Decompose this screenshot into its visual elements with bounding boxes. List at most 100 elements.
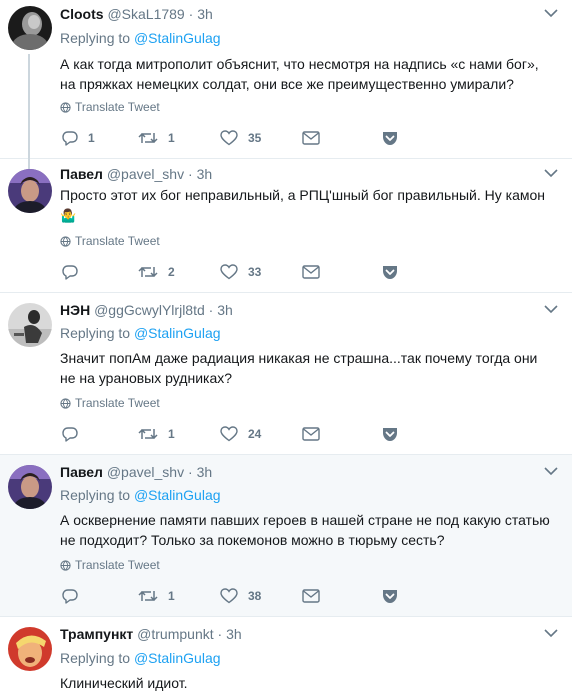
direct-message-button[interactable]	[302, 586, 320, 606]
reply-icon	[62, 265, 78, 280]
heart-icon	[220, 426, 238, 442]
direct-message-button[interactable]	[302, 128, 320, 148]
like-button[interactable]: 24	[220, 424, 261, 444]
avatar[interactable]	[8, 627, 52, 671]
replying-to-link[interactable]: @StalinGulag	[134, 30, 221, 46]
translate-tweet[interactable]: Translate Tweet	[60, 233, 160, 249]
translate-tweet[interactable]: Translate Tweet	[60, 99, 160, 115]
tweet-2[interactable]: Павел @pavel_shv · 3h Просто этот их бог…	[0, 159, 572, 293]
heart-icon	[220, 588, 238, 604]
user-handle[interactable]: @ggGcwylYlrjl8td	[94, 302, 205, 318]
direct-message-button[interactable]	[302, 424, 320, 444]
replying-to: Replying to @StalinGulag	[60, 29, 221, 47]
like-button[interactable]: 33	[220, 262, 261, 282]
save-to-pocket-button[interactable]	[382, 424, 398, 444]
user-handle[interactable]: @SkaL1789	[107, 6, 184, 22]
tweet-actions: 2 33	[60, 262, 440, 282]
chevron-down-icon[interactable]	[544, 628, 558, 638]
user-name[interactable]: Cloots	[60, 6, 104, 22]
like-button[interactable]: 35	[220, 128, 261, 148]
timestamp[interactable]: 3h	[217, 302, 233, 318]
replying-to: Replying to @StalinGulag	[60, 324, 221, 342]
thread-line	[28, 54, 30, 159]
translate-tweet[interactable]: Translate Tweet	[60, 557, 160, 573]
like-count: 33	[248, 265, 262, 279]
translate-tweet[interactable]: Translate Tweet	[60, 395, 160, 411]
user-name[interactable]: Павел	[60, 464, 103, 480]
replying-to-label: Replying to	[60, 325, 131, 341]
globe-icon	[60, 560, 71, 571]
save-to-pocket-button[interactable]	[382, 586, 398, 606]
replying-to-link[interactable]: @StalinGulag	[134, 325, 221, 341]
avatar[interactable]	[8, 169, 52, 213]
user-name[interactable]: Павел	[60, 166, 103, 182]
translate-label: Translate Tweet	[75, 558, 160, 572]
replying-to: Replying to @StalinGulag	[60, 649, 221, 667]
reply-count: 1	[88, 131, 95, 145]
save-to-pocket-button[interactable]	[382, 128, 398, 148]
avatar[interactable]	[8, 303, 52, 347]
tweet-text: Просто этот их бог неправильный, а РПЦ'ш…	[60, 185, 556, 226]
translate-label: Translate Tweet	[75, 396, 160, 410]
reply-button[interactable]: 1	[62, 128, 95, 148]
pocket-icon	[383, 131, 397, 145]
reply-button[interactable]	[62, 586, 88, 606]
timestamp[interactable]: 3h	[197, 464, 213, 480]
tweet-text: Клинический идиот.	[60, 675, 188, 691]
separator: ·	[188, 6, 194, 22]
replying-to-link[interactable]: @StalinGulag	[134, 487, 221, 503]
replying-to-link[interactable]: @StalinGulag	[134, 650, 221, 666]
retweet-button[interactable]: 2	[138, 262, 175, 282]
chevron-down-icon[interactable]	[544, 168, 558, 178]
reply-button[interactable]	[62, 424, 88, 444]
user-name[interactable]: Трампункт	[60, 626, 133, 642]
chevron-down-icon[interactable]	[544, 304, 558, 314]
save-to-pocket-button[interactable]	[382, 262, 398, 282]
retweet-icon	[138, 132, 158, 144]
user-handle[interactable]: @trumpunkt	[137, 626, 213, 642]
tweet-text: А как тогда митрополит объяснит, что нес…	[60, 56, 539, 92]
reply-icon	[62, 131, 78, 146]
retweet-count: 1	[168, 589, 175, 603]
tweet-3[interactable]: НЭН @ggGcwylYlrjl8td · 3h Replying to @S…	[0, 293, 572, 455]
chevron-down-icon[interactable]	[544, 466, 558, 476]
avatar[interactable]	[8, 6, 52, 50]
reply-icon	[62, 427, 78, 442]
tweet-actions: 1 24	[60, 424, 440, 444]
like-count: 38	[248, 589, 262, 603]
tweet-header: Павел @pavel_shv · 3h	[60, 165, 212, 183]
timestamp[interactable]: 3h	[197, 166, 213, 182]
avatar[interactable]	[8, 465, 52, 509]
replying-to-label: Replying to	[60, 650, 131, 666]
globe-icon	[60, 236, 71, 247]
like-count: 35	[248, 131, 262, 145]
globe-icon	[60, 398, 71, 409]
user-handle[interactable]: @pavel_shv	[107, 166, 184, 182]
tweet-actions: 1 1 35	[60, 128, 440, 148]
retweet-button[interactable]: 1	[138, 128, 175, 148]
user-name[interactable]: НЭН	[60, 302, 90, 318]
replying-to-label: Replying to	[60, 30, 131, 46]
tweet-1[interactable]: Cloots @SkaL1789 · 3h Replying to @Stali…	[0, 0, 572, 159]
reply-icon	[62, 589, 78, 604]
timestamp[interactable]: 3h	[197, 6, 213, 22]
pocket-icon	[383, 265, 397, 279]
reply-button[interactable]	[62, 262, 88, 282]
tweet-actions: 1 38	[60, 586, 440, 606]
envelope-icon	[302, 589, 320, 603]
direct-message-button[interactable]	[302, 262, 320, 282]
retweet-button[interactable]: 1	[138, 586, 175, 606]
separator: ·	[217, 626, 223, 642]
replying-to: Replying to @StalinGulag	[60, 486, 221, 504]
translate-label: Translate Tweet	[75, 100, 160, 114]
timestamp[interactable]: 3h	[226, 626, 242, 642]
tweet-5[interactable]: Трампункт @trumpunkt · 3h Replying to @S…	[0, 617, 572, 694]
tweet-text: Значит попАм даже радиация никакая не ст…	[60, 350, 538, 386]
user-handle[interactable]: @pavel_shv	[107, 464, 184, 480]
retweet-button[interactable]: 1	[138, 424, 175, 444]
tweet-4[interactable]: Павел @pavel_shv · 3h Replying to @Stali…	[0, 455, 572, 617]
chevron-down-icon[interactable]	[544, 8, 558, 18]
like-button[interactable]: 38	[220, 586, 261, 606]
envelope-icon	[302, 131, 320, 145]
separator: ·	[188, 464, 193, 480]
